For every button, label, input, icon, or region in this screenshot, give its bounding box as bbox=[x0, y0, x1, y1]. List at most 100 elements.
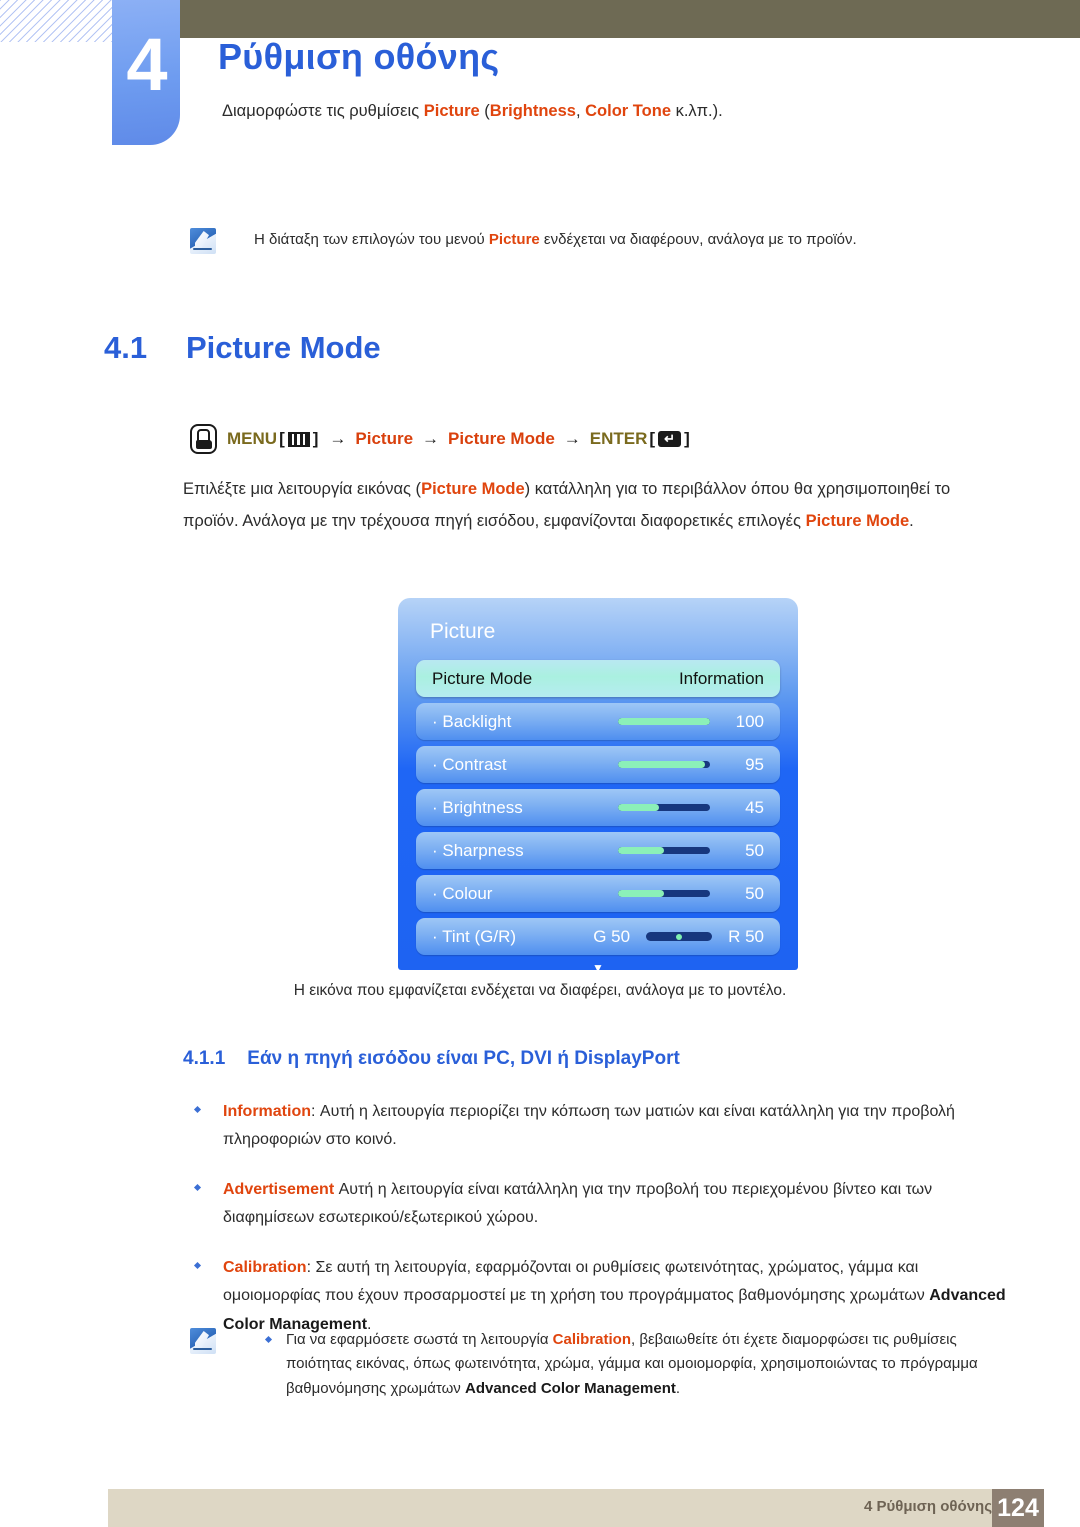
top-note-post: ενδέχεται να διαφέρουν, ανάλογα με το πρ… bbox=[539, 231, 857, 248]
osd-value-brightness: 45 bbox=[745, 797, 764, 817]
bracket-open-menu: [ bbox=[279, 429, 285, 448]
bracket-close-menu: ] bbox=[312, 429, 319, 448]
osd-value-colour: 50 bbox=[745, 883, 764, 903]
intro-paragraph-p3: . bbox=[909, 511, 914, 530]
osd-label-colour: · Colour bbox=[432, 883, 493, 903]
enter-label: ENTER bbox=[589, 429, 648, 448]
arrow-1-icon: → bbox=[329, 429, 347, 448]
note-pen-icon bbox=[190, 228, 216, 254]
bottom-note-body: Για να εφαρμόσετε σωστά τη λειτουργία Ca… bbox=[254, 1328, 990, 1401]
osd-slider-brightness[interactable] bbox=[618, 804, 710, 811]
osd-row-tint[interactable]: · Tint (G/R) G 50 R 50 bbox=[416, 918, 780, 955]
osd-slider-tint[interactable] bbox=[646, 932, 713, 941]
osd-slider-sharpness[interactable] bbox=[618, 847, 710, 854]
osd-value-backlight: 100 bbox=[735, 711, 764, 731]
osd-row-brightness[interactable]: · Brightness 45 bbox=[416, 789, 780, 826]
osd-row-sharpness[interactable]: · Sharpness 50 bbox=[416, 832, 780, 869]
menu-label: MENU bbox=[227, 429, 278, 448]
osd-scroll-down-arrow-icon[interactable]: ▼ bbox=[416, 961, 780, 975]
list-item-body: Advertisement Αυτή η λειτουργία είναι κα… bbox=[223, 1176, 1009, 1233]
top-note-pre: Η διάταξη των επιλογών του μενού bbox=[254, 231, 489, 248]
osd-label-sharpness: · Sharpness bbox=[432, 840, 524, 860]
osd-tint-red-value: R 50 bbox=[728, 926, 764, 946]
osd-slider-contrast[interactable] bbox=[618, 761, 710, 768]
bracket-close-enter: ] bbox=[684, 429, 690, 448]
bottom-note-bullet-diamond-icon bbox=[254, 1328, 286, 1401]
osd-tint-green-value: G 50 bbox=[593, 926, 631, 946]
bottom-note: Για να εφαρμόσετε σωστά τη λειτουργία Ca… bbox=[190, 1328, 990, 1401]
chapter-subtitle-brightness: Brightness bbox=[489, 102, 576, 120]
osd-value-sharpness: 50 bbox=[745, 840, 764, 860]
osd-slider-backlight[interactable] bbox=[618, 718, 710, 725]
menu-bars-icon bbox=[287, 431, 310, 447]
menu-path-picture-mode: Picture Mode bbox=[448, 429, 555, 448]
osd-caption: Η εικόνα που εμφανίζεται ενδέχεται να δι… bbox=[293, 982, 787, 999]
arrow-2-icon: → bbox=[422, 429, 440, 448]
subsection-heading: 4.1.1 Εάν η πηγή εισόδου είναι PC, DVI ή… bbox=[183, 1048, 680, 1070]
osd-slider-colour[interactable] bbox=[618, 890, 710, 897]
osd-label-contrast: · Contrast bbox=[432, 754, 507, 774]
bottom-note-pre: Για να εφαρμόσετε σωστά τη λειτουργία bbox=[286, 1331, 553, 1348]
bottom-note-tail: . bbox=[675, 1379, 681, 1397]
chapter-subtitle-picture: Picture bbox=[423, 102, 480, 120]
top-note: Η διάταξη των επιλογών του μενού Picture… bbox=[190, 228, 980, 254]
intro-paragraph: Επιλέξτε μια λειτουργία εικόνας (Picture… bbox=[183, 474, 973, 537]
intro-paragraph-p1: Επιλέξτε μια λειτουργία εικόνας ( bbox=[183, 480, 422, 498]
osd-title: Picture bbox=[430, 620, 496, 643]
subsection-title: Εάν η πηγή εισόδου είναι PC, DVI ή Displ… bbox=[247, 1048, 680, 1069]
bottom-note-term: Calibration bbox=[552, 1331, 631, 1348]
footer-chapter-label: 4 Ρύθμιση οθόνης bbox=[863, 1498, 992, 1515]
page-number-badge: 124 bbox=[992, 1489, 1044, 1527]
chapter-subtitle-pre: Διαμορφώστε τις ρυθμίσεις bbox=[222, 102, 424, 120]
osd-row-contrast[interactable]: · Contrast 95 bbox=[416, 746, 780, 783]
list-item-term: Information bbox=[223, 1103, 311, 1120]
menu-path: MENU [ ] → Picture → Picture Mode → ENTE… bbox=[190, 424, 692, 454]
bullet-diamond-icon bbox=[183, 1254, 223, 1339]
list-item-text: Σε αυτή τη λειτουργία, εφαρμόζονται οι ρ… bbox=[223, 1258, 930, 1305]
section-heading: 4.1 Picture Mode bbox=[104, 330, 381, 366]
chapter-subtitle: Διαμορφώστε τις ρυθμίσεις Picture (Brigh… bbox=[222, 102, 723, 121]
top-note-bold: Picture bbox=[488, 231, 540, 248]
chapter-subtitle-mid1: ( bbox=[479, 102, 490, 120]
osd-label-tint: · Tint (G/R) bbox=[432, 926, 517, 946]
osd-row-backlight[interactable]: · Backlight 100 bbox=[416, 703, 780, 740]
list-item: Advertisement Αυτή η λειτουργία είναι κα… bbox=[183, 1176, 1009, 1233]
bullet-diamond-icon bbox=[183, 1176, 223, 1233]
osd-row-colour[interactable]: · Colour 50 bbox=[416, 875, 780, 912]
chapter-subtitle-mid2: , bbox=[575, 102, 586, 120]
osd-label-brightness: · Brightness bbox=[432, 797, 523, 817]
bottom-note-text: Για να εφαρμόσετε σωστά τη λειτουργία Ca… bbox=[286, 1328, 990, 1401]
enter-return-icon: ↵ bbox=[658, 431, 682, 447]
list-item-body: Calibration: Σε αυτή τη λειτουργία, εφαρ… bbox=[223, 1254, 1009, 1339]
decorative-hatch-pattern bbox=[0, 0, 112, 42]
section-title: Picture Mode bbox=[186, 330, 381, 365]
chapter-title: Ρύθμιση οθόνης bbox=[218, 36, 500, 77]
chapter-number-badge: 4 bbox=[112, 0, 180, 145]
menu-path-picture: Picture bbox=[355, 429, 414, 448]
section-number: 4.1 bbox=[104, 330, 148, 365]
list-item-term: Calibration bbox=[223, 1258, 307, 1276]
header-olive-bar bbox=[180, 0, 1080, 38]
list-item-sep: : bbox=[311, 1103, 320, 1120]
osd-row-picture-mode[interactable]: Picture Mode Information bbox=[416, 660, 780, 697]
bottom-note-bold-tail: Advanced Color Management bbox=[464, 1379, 676, 1397]
osd-label-picture-mode: Picture Mode bbox=[432, 668, 533, 688]
bracket-open-enter: [ bbox=[649, 429, 656, 448]
chapter-subtitle-post: κ.λπ.). bbox=[671, 102, 723, 120]
note-pen-icon bbox=[190, 1328, 216, 1354]
subsection-number: 4.1.1 bbox=[183, 1048, 226, 1069]
chapter-subtitle-colortone: Color Tone bbox=[585, 102, 671, 120]
top-note-text: Η διάταξη των επιλογών του μενού Picture… bbox=[254, 228, 857, 252]
osd-label-backlight: · Backlight bbox=[432, 711, 512, 731]
picture-mode-options-list: Information: Αυτή η λειτουργία περιορίζε… bbox=[183, 1098, 1009, 1360]
list-item: Information: Αυτή η λειτουργία περιορίζε… bbox=[183, 1098, 1009, 1155]
osd-value-picture-mode: Information bbox=[678, 668, 764, 688]
list-item-text: Αυτή η λειτουργία περιορίζει την κόπωση … bbox=[223, 1103, 955, 1149]
arrow-3-icon: → bbox=[563, 429, 581, 448]
list-item-body: Information: Αυτή η λειτουργία περιορίζε… bbox=[223, 1098, 1009, 1155]
list-item-term: Advertisement bbox=[223, 1180, 335, 1198]
intro-paragraph-b1: Picture Mode bbox=[421, 480, 525, 498]
bullet-diamond-icon bbox=[183, 1098, 223, 1155]
osd-value-contrast: 95 bbox=[745, 754, 764, 774]
osd-picture-menu: Picture Picture Mode Information · Backl… bbox=[398, 598, 798, 975]
